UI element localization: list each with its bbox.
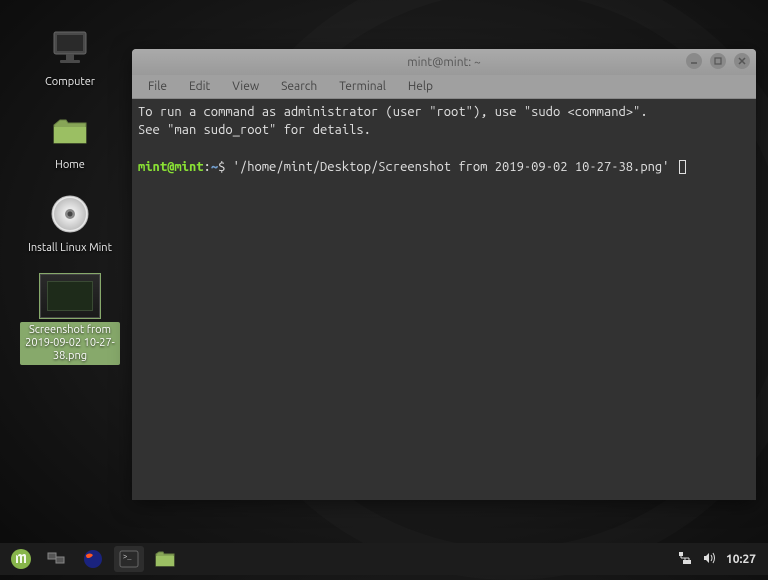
terminal-motd-line: See "man sudo_root" for details.: [138, 123, 371, 137]
terminal-window[interactable]: mint@mint: ~ File Edit View Search Termi…: [132, 49, 756, 500]
terminal-cursor: [679, 160, 686, 174]
folder-icon: [154, 550, 176, 568]
terminal-prompt-dollar: $: [218, 160, 225, 174]
menu-button[interactable]: [6, 546, 36, 572]
window-title: mint@mint: ~: [407, 56, 481, 69]
window-titlebar[interactable]: mint@mint: ~: [132, 49, 756, 75]
network-indicator[interactable]: [678, 551, 692, 568]
firefox-launcher[interactable]: [78, 546, 108, 572]
terminal-body[interactable]: To run a command as administrator (user …: [132, 99, 756, 500]
menu-view[interactable]: View: [222, 77, 269, 96]
show-desktop-button[interactable]: [42, 546, 72, 572]
screenshot-thumbnail-icon: [40, 274, 100, 318]
desktop-icon-home[interactable]: Home: [20, 107, 120, 172]
firefox-icon: [83, 549, 103, 569]
desktop-icon-label: Home: [55, 159, 85, 172]
desktop-icon-screenshot[interactable]: Screenshot from 2019-09-02 10-27-38.png: [20, 274, 120, 366]
files-launcher[interactable]: [150, 546, 180, 572]
terminal-command: '/home/mint/Desktop/Screenshot from 2019…: [233, 160, 670, 174]
menu-edit[interactable]: Edit: [179, 77, 220, 96]
desktop-icon-label: Install Linux Mint: [28, 242, 112, 255]
terminal-icon: >_: [119, 550, 139, 568]
network-icon: [678, 551, 692, 565]
speaker-icon: [702, 551, 716, 565]
window-maximize-button[interactable]: [710, 53, 726, 69]
desktop-icon-label: Screenshot from 2019-09-02 10-27-38.png: [20, 322, 120, 366]
terminal-prompt-sep: :: [204, 160, 211, 174]
volume-indicator[interactable]: [702, 551, 716, 568]
terminal-menubar: File Edit View Search Terminal Help: [132, 75, 756, 99]
taskbar: >_ 10:27: [0, 543, 768, 575]
computer-icon: [46, 24, 94, 72]
terminal-prompt-path: ~: [211, 160, 218, 174]
show-desktop-icon: [47, 550, 67, 568]
terminal-motd-line: To run a command as administrator (user …: [138, 105, 648, 119]
desktop-icons-area: Computer Home Install Linux Mint Screen: [20, 24, 120, 365]
desktop-icon-label: Computer: [45, 76, 95, 89]
terminal-prompt-user: mint@mint: [138, 160, 204, 174]
menu-file[interactable]: File: [138, 77, 177, 96]
folder-home-icon: [46, 107, 94, 155]
window-minimize-button[interactable]: [686, 53, 702, 69]
svg-text:>_: >_: [123, 554, 132, 562]
menu-terminal[interactable]: Terminal: [329, 77, 396, 96]
mint-logo-icon: [10, 548, 32, 570]
desktop-icon-computer[interactable]: Computer: [20, 24, 120, 89]
menu-search[interactable]: Search: [271, 77, 327, 96]
menu-help[interactable]: Help: [398, 77, 443, 96]
disc-icon: [46, 190, 94, 238]
clock[interactable]: 10:27: [726, 553, 756, 566]
taskbar-item-terminal[interactable]: >_: [114, 546, 144, 572]
desktop-icon-install[interactable]: Install Linux Mint: [20, 190, 120, 255]
window-close-button[interactable]: [734, 53, 750, 69]
